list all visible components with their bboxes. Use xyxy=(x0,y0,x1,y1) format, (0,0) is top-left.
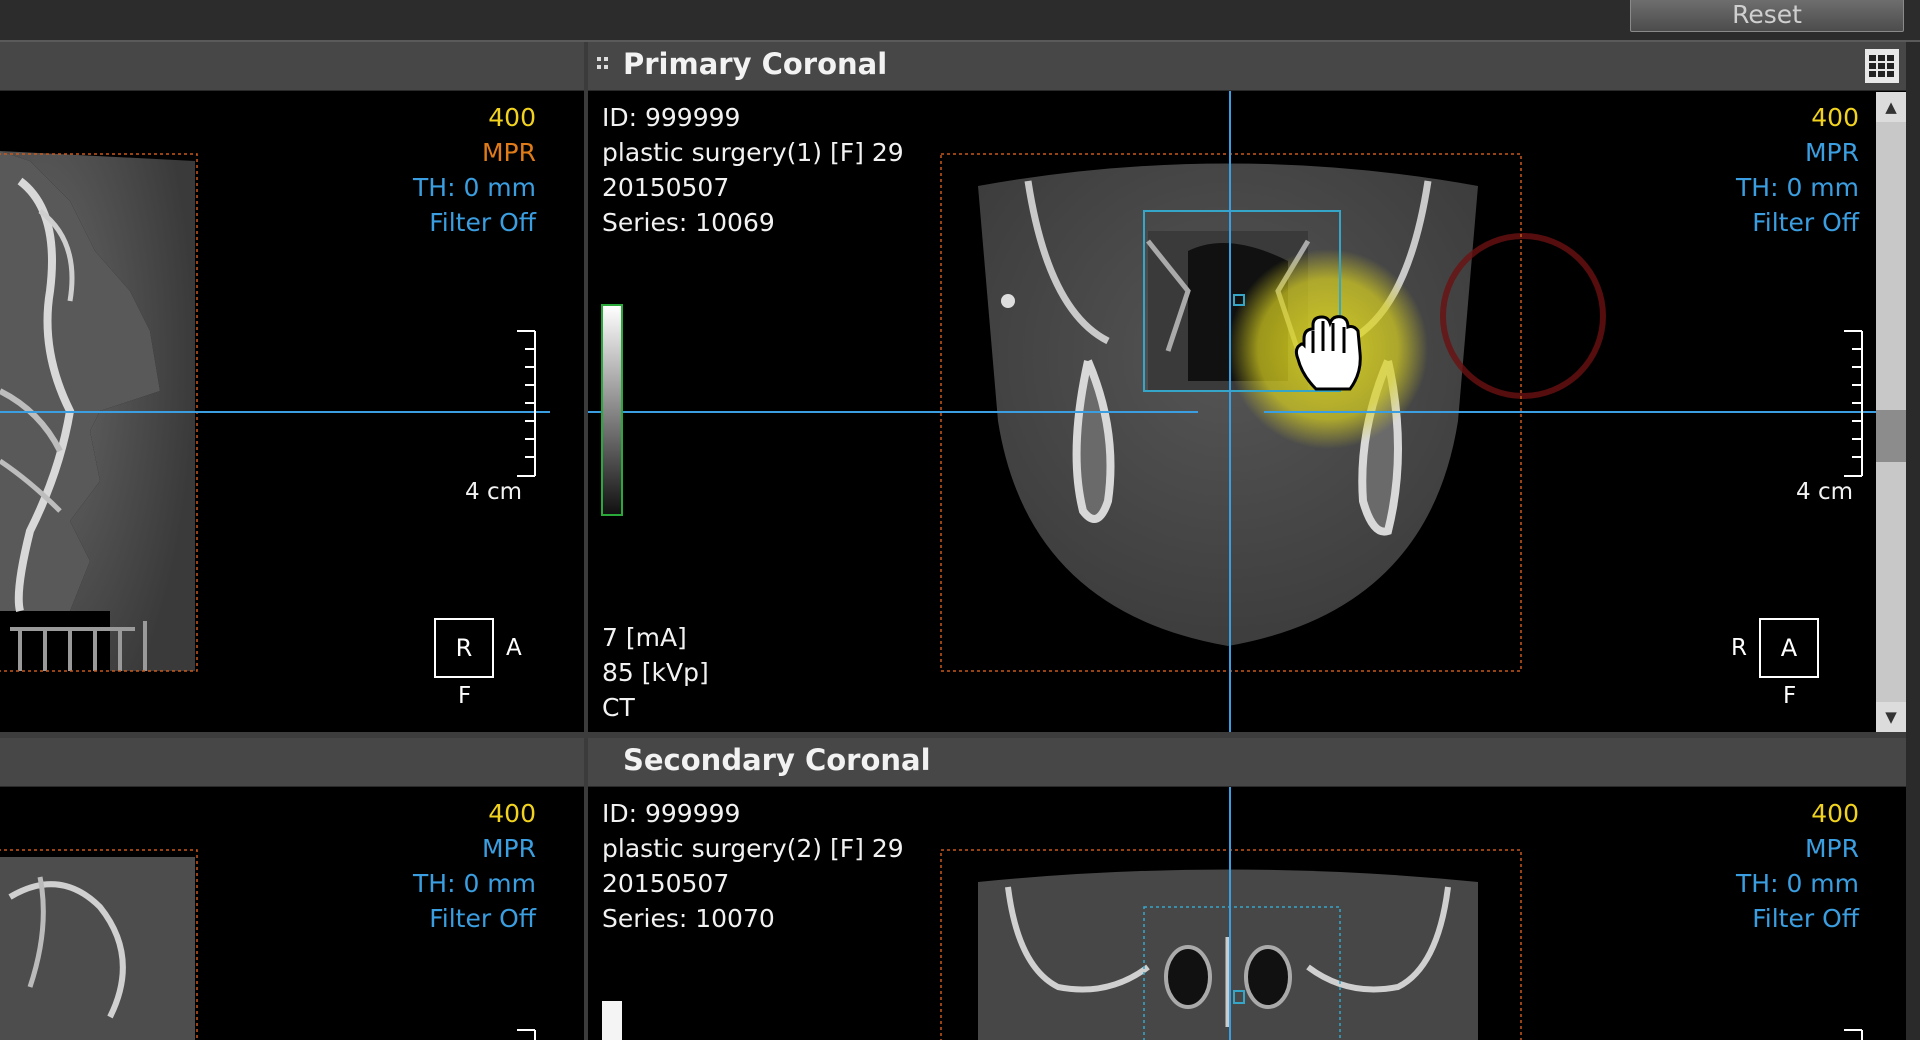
orientation-box: A xyxy=(1759,618,1819,678)
orientation-bottom-label: F xyxy=(458,683,472,709)
reset-button[interactable]: Reset xyxy=(1630,0,1904,32)
tube-voltage: 85 [kVp] xyxy=(602,658,709,687)
thickness-label: TH: 0 mm xyxy=(413,869,536,898)
thickness-label: TH: 0 mm xyxy=(1736,173,1859,202)
secondary-coronal-header: Secondary Coronal xyxy=(588,738,1906,787)
window-level-value: 400 xyxy=(488,103,536,132)
orientation-right-label: A xyxy=(506,635,522,661)
render-mode: MPR xyxy=(1804,138,1859,167)
tube-current: 7 [mA] xyxy=(602,623,687,652)
scroll-up-button[interactable]: ▲ xyxy=(1876,92,1906,122)
top-toolbar: Reset xyxy=(0,0,1920,42)
drag-handle-icon[interactable] xyxy=(594,55,612,73)
coronal-ct-image xyxy=(602,787,1863,1040)
patient-id: ID: 999999 xyxy=(602,103,741,132)
orientation-box: R xyxy=(434,618,494,678)
render-mode: MPR xyxy=(481,834,536,863)
secondary-coronal-viewport[interactable]: ID: 999999 plastic surgery(2) [F] 29 201… xyxy=(588,787,1906,1040)
primary-coronal-viewport[interactable]: ID: 999999 plastic surgery(1) [F] 29 201… xyxy=(588,91,1876,732)
scroll-down-button[interactable]: ▼ xyxy=(1876,702,1906,732)
left-top-viewport[interactable]: 400 MPR TH: 0 mm Filter Off 4 cm R A F xyxy=(0,91,584,732)
slice-scrollbar[interactable]: ▲ ▼ xyxy=(1876,92,1906,732)
orientation-left-label: R xyxy=(1731,635,1747,661)
left-top-panel-header xyxy=(0,42,584,91)
render-mode: MPR xyxy=(1804,834,1859,863)
primary-coronal-header: Primary Coronal xyxy=(588,42,1906,91)
orientation-bottom-label: F xyxy=(1783,683,1797,709)
right-edge xyxy=(1906,42,1920,1040)
scroll-thumb[interactable] xyxy=(1876,410,1906,462)
hand-cursor-icon xyxy=(1294,315,1362,391)
filter-label: Filter Off xyxy=(1752,208,1859,237)
layout-grid-icon[interactable] xyxy=(1865,49,1899,83)
patient-name: plastic surgery(2) [F] 29 xyxy=(602,834,904,863)
filter-label: Filter Off xyxy=(429,208,536,237)
window-level-value: 400 xyxy=(1811,103,1859,132)
modality: CT xyxy=(602,693,635,722)
panel-title: Secondary Coronal xyxy=(623,743,931,777)
study-date: 20150507 xyxy=(602,173,730,202)
left-bottom-panel-header xyxy=(0,738,584,787)
render-mode: MPR xyxy=(481,138,536,167)
patient-name: plastic surgery(1) [F] 29 xyxy=(602,138,904,167)
patient-id: ID: 999999 xyxy=(602,799,741,828)
panel-title: Primary Coronal xyxy=(623,47,888,81)
left-bottom-viewport[interactable]: 400 MPR TH: 0 mm Filter Off xyxy=(0,787,584,1040)
scale-label: 4 cm xyxy=(1796,479,1853,505)
window-level-value: 400 xyxy=(1811,799,1859,828)
filter-label: Filter Off xyxy=(1752,904,1859,933)
window-level-value: 400 xyxy=(488,799,536,828)
thickness-label: TH: 0 mm xyxy=(413,173,536,202)
thickness-label: TH: 0 mm xyxy=(1736,869,1859,898)
filter-label: Filter Off xyxy=(429,904,536,933)
series-number: Series: 10069 xyxy=(602,208,775,237)
horizontal-divider[interactable] xyxy=(0,732,1920,738)
series-number: Series: 10070 xyxy=(602,904,775,933)
coronal-ct-image xyxy=(588,91,1876,732)
scale-label: 4 cm xyxy=(465,479,522,505)
study-date: 20150507 xyxy=(602,869,730,898)
